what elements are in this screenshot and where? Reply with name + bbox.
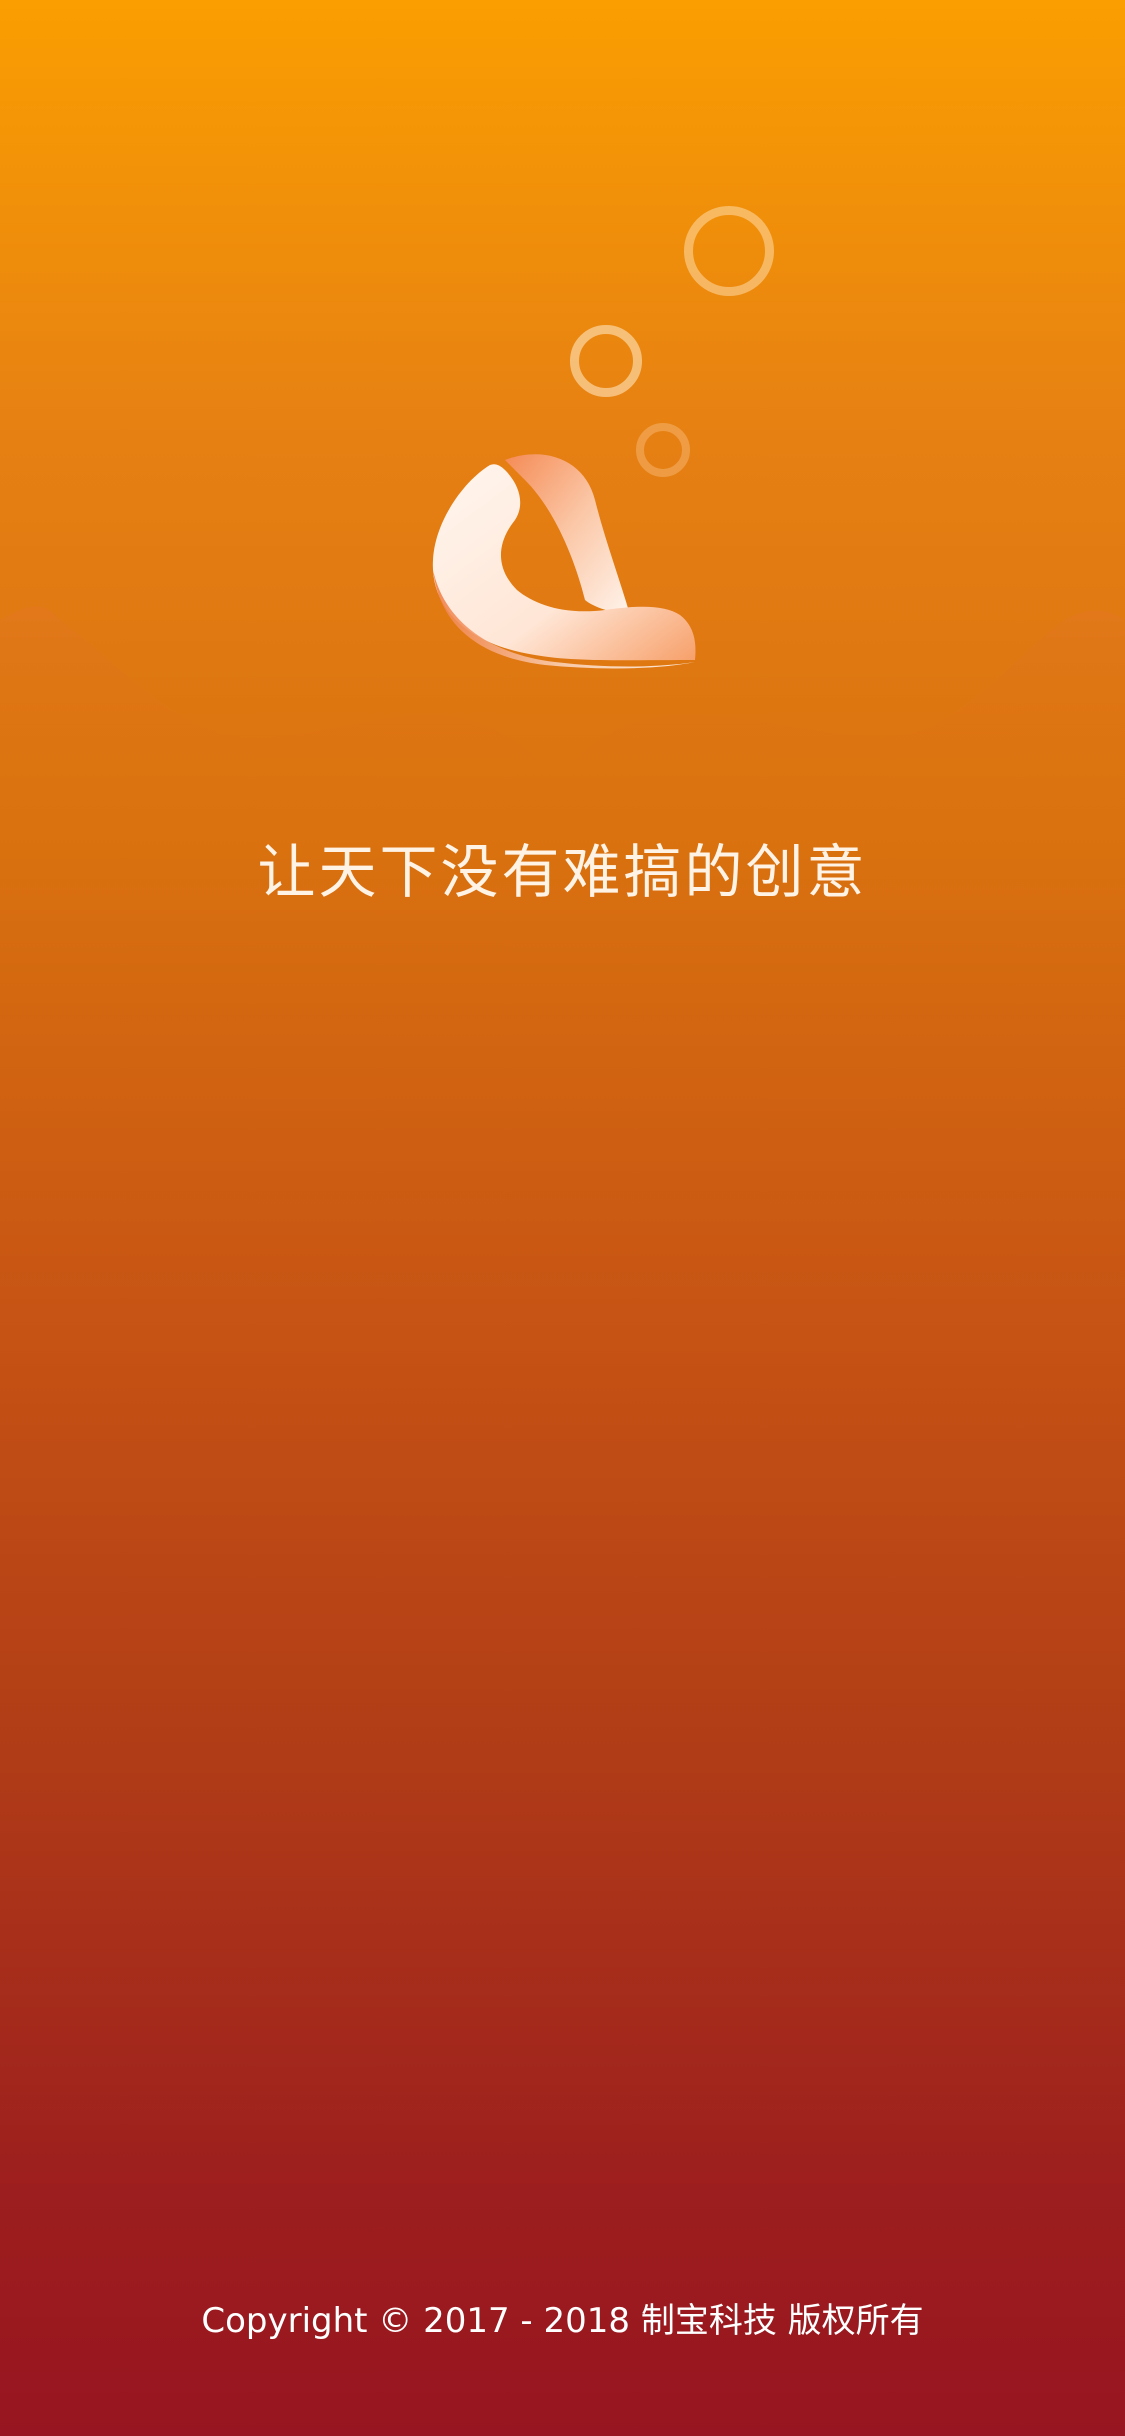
copyright-text: Copyright © 2017 - 2018 制宝科技 版权所有 — [201, 2301, 924, 2341]
bubble-large-decoration — [684, 206, 774, 296]
bubble-medium-decoration — [570, 325, 642, 397]
slogan-text: 让天下没有难搞的创意 — [257, 838, 868, 906]
splash-screen: 让天下没有难搞的创意 Copyright © 2017 - 2018 制宝科技 … — [0, 0, 1125, 2436]
sailboat-logo-icon — [432, 454, 696, 669]
